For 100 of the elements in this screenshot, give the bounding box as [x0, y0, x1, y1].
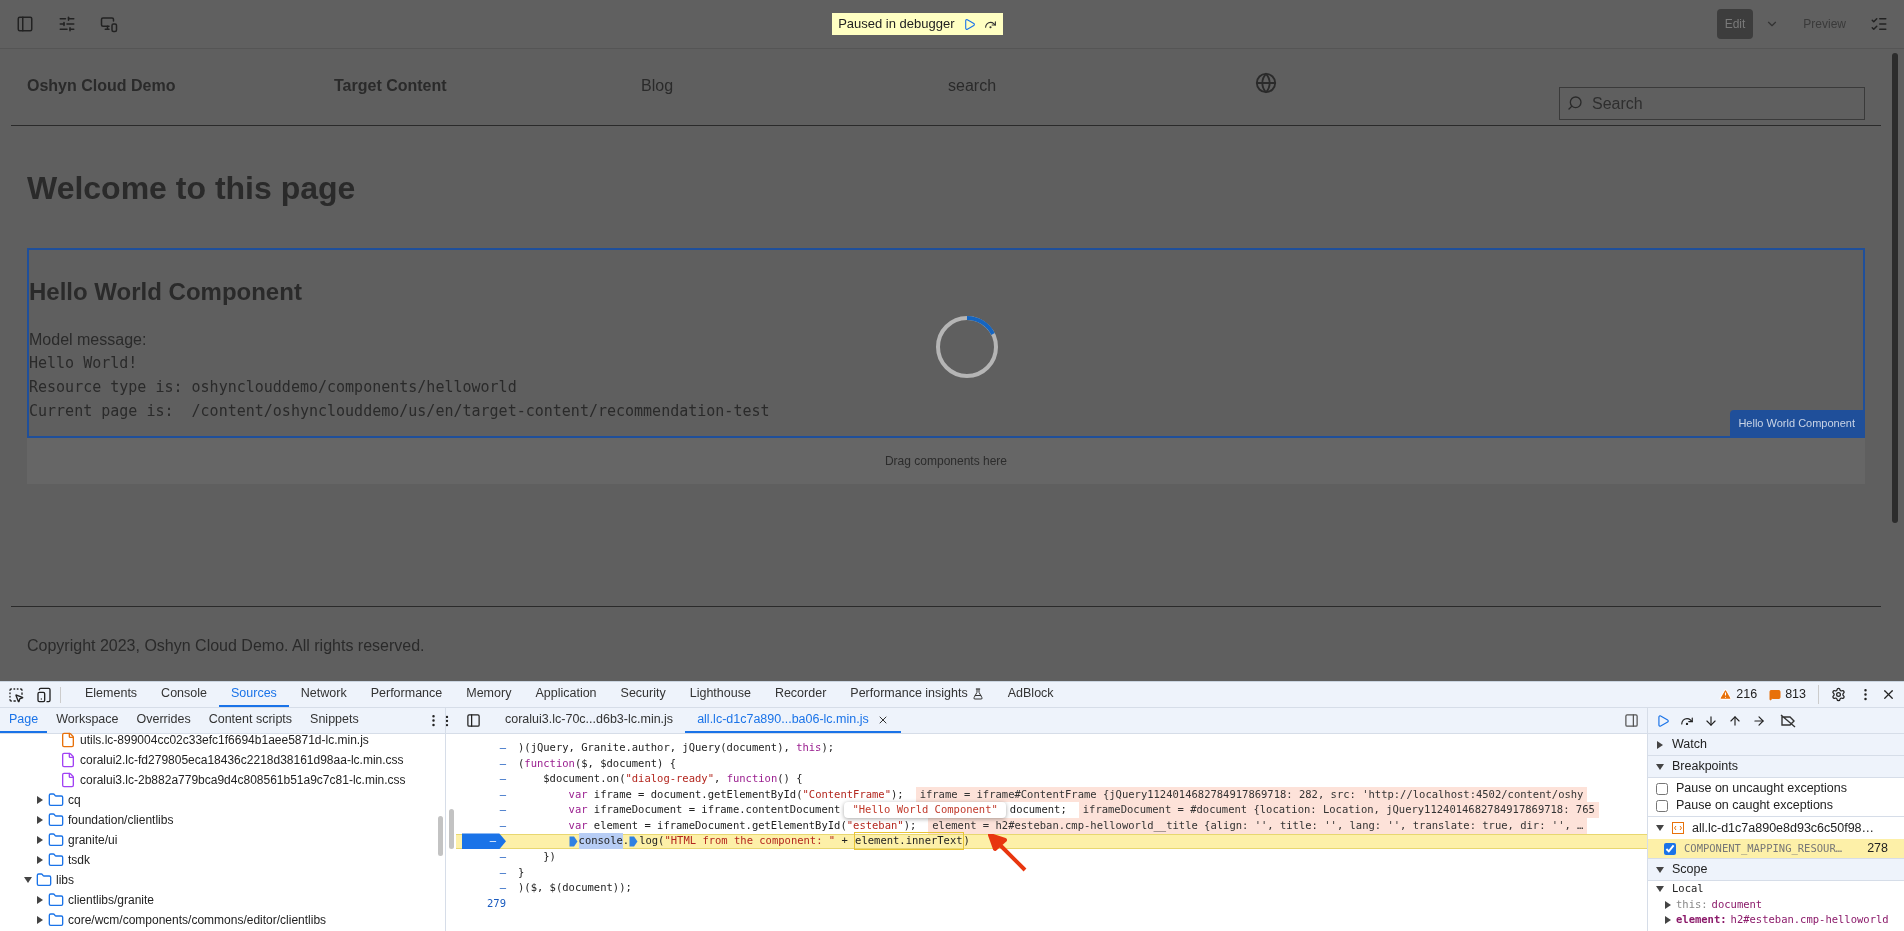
sidebar-icon[interactable] — [16, 15, 34, 33]
code-text: ($, $document) { — [574, 755, 677, 771]
devtools-tab[interactable]: Elements — [73, 682, 150, 707]
scrollbar-thumb[interactable] — [448, 809, 454, 849]
devtools-tab[interactable]: Network — [288, 682, 359, 707]
folder-icon — [48, 892, 64, 908]
devtools-tab[interactable]: AdBlock — [995, 682, 1066, 707]
folder-icon — [48, 812, 64, 828]
devices-icon[interactable] — [100, 15, 118, 33]
file-tab[interactable]: coralui3.lc-70c...d6b3-lc.min.js — [493, 708, 686, 733]
step-out-icon[interactable] — [1728, 713, 1742, 728]
code-text: iframe = document.getElementById( — [592, 786, 803, 802]
file-icon — [60, 732, 76, 748]
devtools-tab[interactable]: Performance — [358, 682, 455, 707]
tree-item[interactable]: libs — [0, 870, 435, 890]
inspect-icon[interactable] — [8, 686, 24, 703]
navigator-tab[interactable]: Overrides — [127, 708, 200, 733]
scrollbar-thumb[interactable] — [437, 816, 443, 856]
component-label: Hello World Component — [1730, 409, 1863, 436]
checkbox[interactable] — [1656, 782, 1668, 795]
devtools-tab[interactable]: Console — [149, 682, 219, 707]
line-number: 279 — [487, 895, 506, 911]
tree-item[interactable]: coralui2.lc-fd279805eca18436c2218d38161d98aa-lc.min.css — [0, 750, 435, 770]
devtools-tab[interactable]: Memory — [454, 682, 524, 707]
breakpoint-file[interactable]: all.lc-d1c7a890e8d93c6c50f98… — [1648, 817, 1904, 839]
caret-icon[interactable] — [36, 896, 44, 904]
drop-zone: Drag components here — [27, 438, 1865, 484]
issue-count[interactable]: 813 — [1769, 685, 1819, 704]
devtools-tab[interactable]: Lighthouse — [677, 682, 763, 707]
section-header[interactable]: Scope — [1648, 859, 1904, 881]
caret-icon[interactable] — [1656, 824, 1664, 832]
caret-icon[interactable] — [1656, 740, 1664, 749]
code-text: ); — [821, 739, 835, 755]
code-keyword: var — [567, 802, 588, 818]
list-icon[interactable] — [1870, 15, 1888, 33]
scrollbar-thumb[interactable] — [1892, 53, 1898, 523]
folder-icon — [36, 872, 52, 888]
devtools-tab[interactable]: Security — [608, 682, 678, 707]
checkbox-label: Pause on caught exceptions — [1676, 797, 1834, 815]
checkbox[interactable] — [1656, 799, 1668, 812]
sliders-icon[interactable] — [58, 15, 76, 33]
step-marker-icon[interactable] — [568, 835, 578, 847]
caret-icon[interactable] — [36, 836, 44, 844]
code-text: () { — [777, 771, 803, 787]
settings-icon[interactable] — [1831, 687, 1846, 702]
breakpoint-marker[interactable]: – — [461, 833, 506, 850]
tree-item[interactable]: coralui3.lc-2b882a779bca9d4c808561b51a9c7c81-lc.min.css — [0, 770, 435, 790]
navigator-tab[interactable]: Workspace — [47, 708, 128, 733]
caret-icon[interactable] — [36, 856, 44, 864]
toggle-navigator-icon[interactable] — [466, 713, 481, 728]
line-number: – — [499, 771, 506, 787]
close-icon[interactable] — [1881, 687, 1896, 702]
tree-item[interactable]: foundation/clientlibs — [0, 810, 435, 830]
checkbox[interactable] — [1664, 842, 1676, 855]
step-icon[interactable] — [1752, 713, 1766, 728]
navigator-tab[interactable]: Snippets — [301, 708, 368, 733]
resume-icon[interactable] — [962, 17, 976, 31]
step-marker-icon[interactable] — [629, 835, 639, 847]
scope-name: this: — [1676, 896, 1708, 912]
caret-icon[interactable] — [1656, 762, 1664, 771]
warning-count[interactable]: 216 — [1719, 685, 1758, 704]
file-tab[interactable]: all.lc-d1c7a890...ba06-lc.min.js — [685, 708, 901, 733]
line-number: – — [499, 739, 506, 755]
caret-icon[interactable] — [36, 816, 44, 824]
device-icon[interactable] — [36, 686, 52, 703]
breakpoints-off-icon[interactable] — [1780, 713, 1796, 728]
code-keyword: var — [567, 817, 588, 833]
line-number: – — [499, 802, 506, 818]
caret-icon[interactable] — [36, 916, 44, 924]
step-into-icon[interactable] — [1704, 713, 1718, 728]
scope-group[interactable]: Local — [1648, 881, 1904, 897]
file-icon — [60, 752, 76, 768]
tree-item[interactable]: granite/ui — [0, 830, 435, 850]
resume-icon[interactable] — [1656, 713, 1670, 728]
section-header[interactable]: Watch — [1648, 734, 1904, 756]
checkbox-label: Pause on uncaught exceptions — [1676, 780, 1847, 798]
caret-icon[interactable] — [24, 876, 32, 884]
flask-icon — [971, 687, 984, 700]
tree-item[interactable]: cq — [0, 790, 435, 810]
code-text: )(jQuery, Granite.author, jQuery(document), — [518, 739, 791, 755]
arrow-drawing — [988, 834, 1028, 872]
devtools-tab[interactable]: Recorder — [762, 682, 839, 707]
devtools-tab[interactable]: Application — [523, 682, 609, 707]
caret-icon[interactable] — [1656, 865, 1664, 874]
tree-item[interactable]: tsdk — [0, 850, 435, 870]
tree-item[interactable]: utils.lc-899004cc02c33efc1f6694b1aee5871d-lc.min.js — [0, 730, 435, 750]
tree-item[interactable]: core/wcm/components/commons/editor/clientlibs — [0, 910, 435, 930]
toggle-debugger-icon[interactable] — [1624, 713, 1639, 728]
navigator-tab[interactable]: Page — [0, 708, 48, 733]
devtools-tab[interactable]: Performance insights — [838, 682, 996, 707]
section-header[interactable]: Breakpoints — [1648, 756, 1904, 778]
spinner-icon — [935, 315, 999, 379]
code-text: ); — [903, 817, 917, 833]
code-text: console — [578, 833, 623, 850]
folder-icon — [48, 912, 64, 928]
caret-icon[interactable] — [36, 796, 44, 804]
code-text: element = iframeDocument.getElementById( — [592, 817, 847, 833]
navigator-tab[interactable]: Content scripts — [199, 708, 302, 733]
tree-item[interactable]: clientlibs/granite — [0, 890, 435, 910]
folder-icon — [48, 792, 64, 808]
